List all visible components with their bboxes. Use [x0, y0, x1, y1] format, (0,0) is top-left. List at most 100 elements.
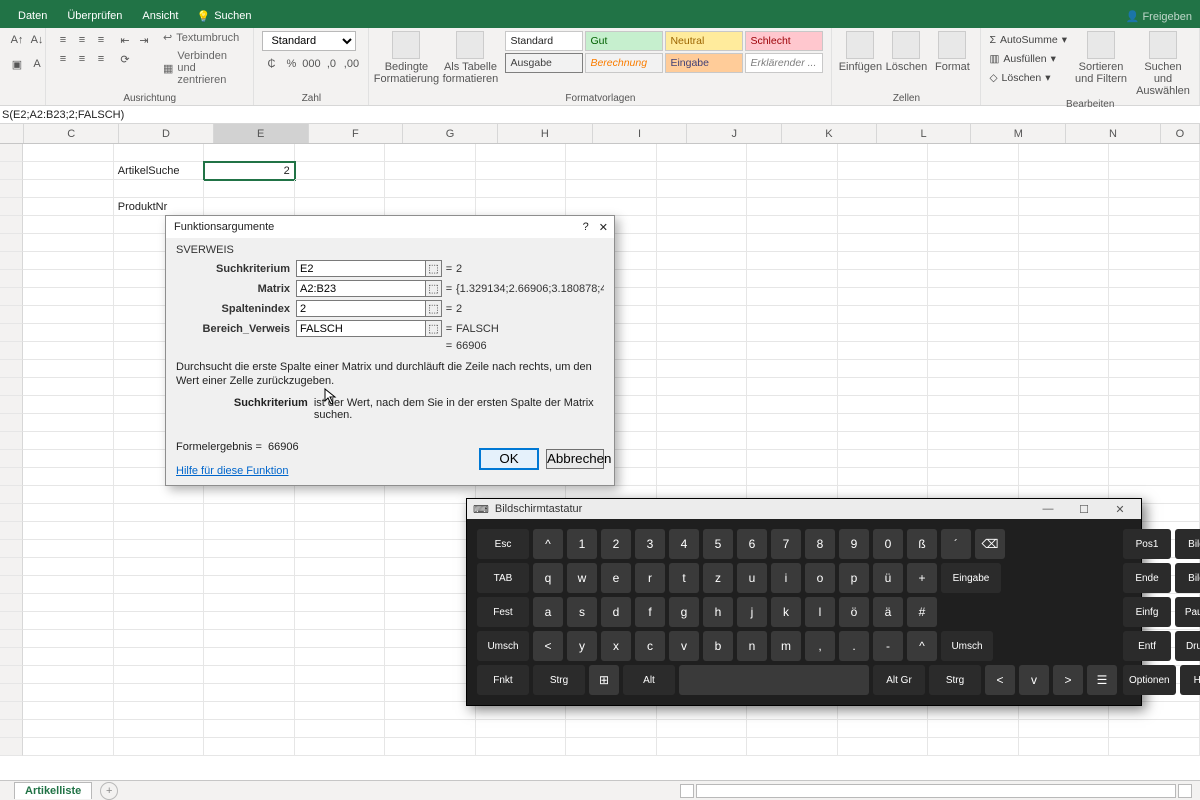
cell[interactable]: [1019, 144, 1110, 162]
cell[interactable]: [1019, 360, 1110, 378]
col-J[interactable]: J: [687, 124, 782, 143]
key[interactable]: >: [1053, 665, 1083, 695]
cell[interactable]: [838, 396, 929, 414]
align-left-icon[interactable]: ≡: [54, 50, 72, 68]
cell[interactable]: [838, 450, 929, 468]
cell[interactable]: [204, 720, 295, 738]
param-input-3[interactable]: [296, 320, 426, 337]
cell[interactable]: [747, 378, 838, 396]
key[interactable]: TAB: [477, 563, 529, 593]
cell[interactable]: [657, 252, 748, 270]
cell[interactable]: [476, 738, 567, 756]
nav-key[interactable]: Bild↓: [1175, 563, 1200, 593]
cell[interactable]: [295, 180, 386, 198]
style-erklaerend[interactable]: Erklärender ...: [745, 53, 823, 73]
cell[interactable]: [295, 594, 386, 612]
cell[interactable]: [295, 612, 386, 630]
cell[interactable]: [295, 558, 386, 576]
cell[interactable]: [23, 360, 114, 378]
cell[interactable]: [114, 144, 205, 162]
cell[interactable]: [295, 720, 386, 738]
key[interactable]: d: [601, 597, 631, 627]
cell[interactable]: [928, 234, 1019, 252]
cell[interactable]: [1109, 468, 1200, 486]
cancel-button[interactable]: Abbrechen: [546, 449, 604, 469]
cell[interactable]: [566, 738, 657, 756]
cell[interactable]: [1019, 342, 1110, 360]
cell[interactable]: [838, 306, 929, 324]
cell[interactable]: [657, 306, 748, 324]
cell[interactable]: [566, 198, 657, 216]
col-I[interactable]: I: [593, 124, 688, 143]
cell[interactable]: [657, 216, 748, 234]
cell[interactable]: [114, 504, 205, 522]
cell[interactable]: [657, 162, 748, 180]
cell[interactable]: [204, 540, 295, 558]
cell[interactable]: [928, 342, 1019, 360]
key[interactable]: m: [771, 631, 801, 661]
cell[interactable]: [1019, 162, 1110, 180]
cell[interactable]: [295, 144, 386, 162]
cell[interactable]: [476, 144, 567, 162]
cell[interactable]: [747, 306, 838, 324]
cell[interactable]: [114, 720, 205, 738]
share-button[interactable]: 👤 Freigeben: [1126, 10, 1192, 23]
cell[interactable]: [566, 162, 657, 180]
cell[interactable]: [1109, 144, 1200, 162]
key[interactable]: ß: [907, 529, 937, 559]
font-shrink-icon[interactable]: A↓: [28, 31, 46, 49]
cell[interactable]: [23, 720, 114, 738]
currency-icon[interactable]: ₵: [262, 55, 280, 73]
cell[interactable]: [23, 216, 114, 234]
cell[interactable]: [1109, 288, 1200, 306]
merge-center-button[interactable]: ▦Verbinden und zentrieren: [163, 50, 245, 86]
cell[interactable]: [385, 198, 476, 216]
cell[interactable]: [114, 738, 205, 756]
cell[interactable]: [295, 666, 386, 684]
cell[interactable]: [657, 360, 748, 378]
align-right-icon[interactable]: ≡: [92, 50, 110, 68]
cell[interactable]: [23, 612, 114, 630]
cell[interactable]: 2: [204, 162, 295, 180]
cell[interactable]: [657, 738, 748, 756]
cell[interactable]: [928, 252, 1019, 270]
cell[interactable]: [23, 378, 114, 396]
cell[interactable]: [838, 198, 929, 216]
range-select-icon[interactable]: ⬚: [426, 320, 442, 337]
key[interactable]: x: [601, 631, 631, 661]
style-berechnung[interactable]: Berechnung: [585, 53, 663, 73]
cell[interactable]: [23, 504, 114, 522]
cell[interactable]: [295, 522, 386, 540]
nav-key[interactable]: Druck: [1175, 631, 1200, 661]
col-G[interactable]: G: [403, 124, 498, 143]
cell[interactable]: [1019, 414, 1110, 432]
key[interactable]: 2: [601, 529, 631, 559]
cell[interactable]: [385, 162, 476, 180]
cell[interactable]: [295, 702, 386, 720]
cell[interactable]: [23, 522, 114, 540]
dec-decimal-icon[interactable]: ,00: [342, 55, 360, 73]
cell[interactable]: [1109, 270, 1200, 288]
cell[interactable]: [23, 468, 114, 486]
style-neutral[interactable]: Neutral: [665, 31, 743, 51]
cell[interactable]: [928, 144, 1019, 162]
cell[interactable]: [114, 684, 205, 702]
col-K[interactable]: K: [782, 124, 877, 143]
cell[interactable]: [114, 630, 205, 648]
cell[interactable]: [23, 432, 114, 450]
thousands-icon[interactable]: 000: [302, 55, 320, 73]
cell[interactable]: [23, 342, 114, 360]
cell[interactable]: [114, 594, 205, 612]
cell[interactable]: [23, 576, 114, 594]
nav-key[interactable]: Ende: [1123, 563, 1171, 593]
cell[interactable]: [928, 432, 1019, 450]
cell[interactable]: [23, 630, 114, 648]
cell[interactable]: [747, 450, 838, 468]
cell[interactable]: [385, 540, 476, 558]
cell-styles-gallery[interactable]: Standard Gut Neutral Schlecht Ausgabe Be…: [505, 31, 823, 73]
cell[interactable]: [566, 720, 657, 738]
formula-bar[interactable]: S(E2;A2:B23;2;FALSCH): [0, 109, 128, 121]
cell[interactable]: [1109, 198, 1200, 216]
cell[interactable]: [1109, 324, 1200, 342]
number-format-combo[interactable]: Standard: [262, 31, 356, 51]
